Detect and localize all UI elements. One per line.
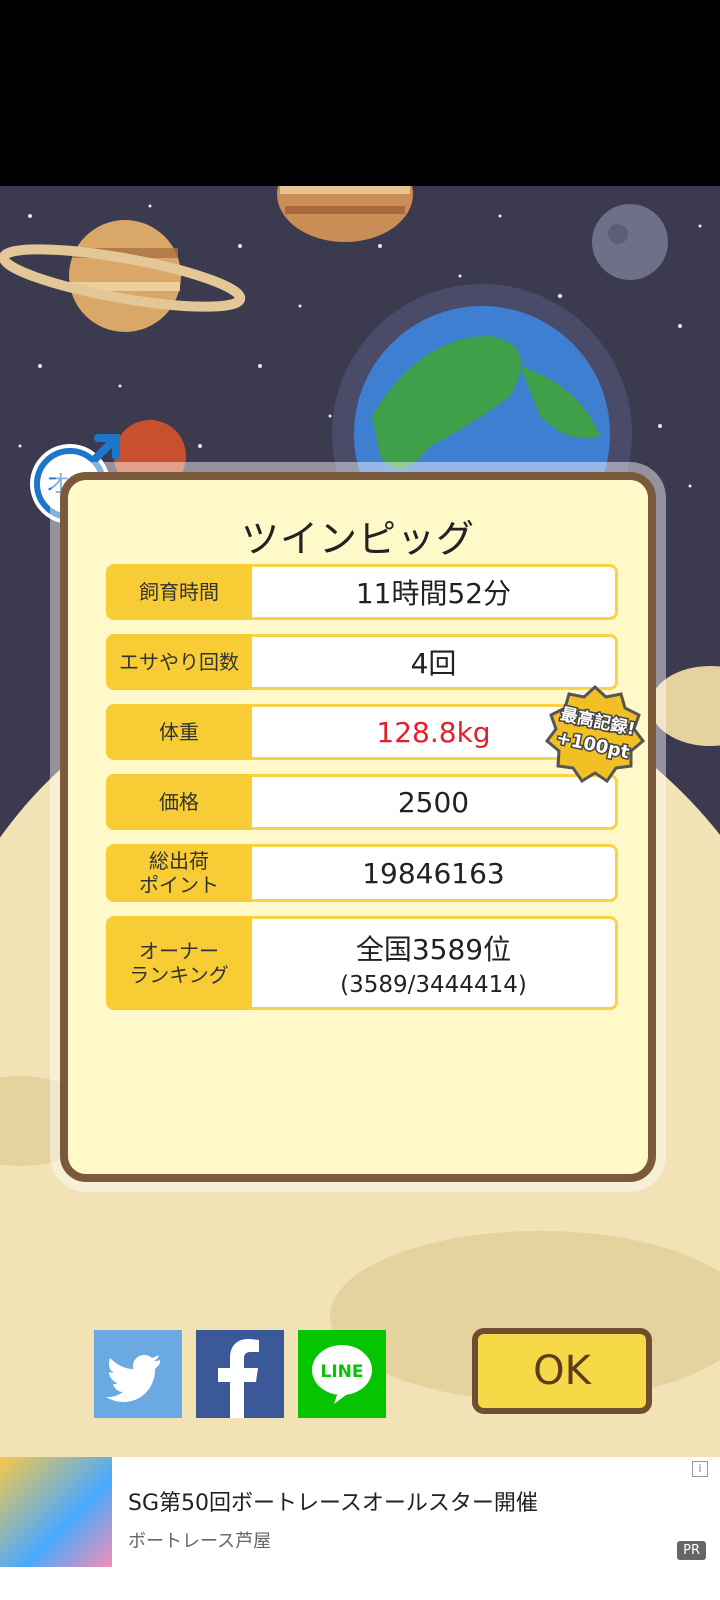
ok-button[interactable]: OK [472,1328,652,1414]
stat-row-price: 価格 2500 [106,774,618,830]
result-panel: ツインピッグ 飼育時間 11時間52分 エサやり回数 4回 体重 128.8kg… [60,472,656,1418]
stat-value: 11時間52分 [252,564,618,620]
line-share-button[interactable]: LINE [298,1330,386,1418]
record-badge: 最高記録! +100pt [545,685,645,784]
ad-pr-badge: PR [677,1541,706,1560]
facebook-share-button[interactable] [196,1330,284,1418]
stat-row-ranking: オーナー ランキング 全国3589位 (3589/3444414) [106,916,618,1010]
ranking-value: 全国3589位 (3589/3444414) [252,916,618,1010]
stat-value: 4回 [252,634,618,690]
line-icon: LINE [312,1345,372,1404]
pet-name: ツインピッグ [240,517,475,561]
stat-label: オーナー ランキング [106,916,252,1010]
line-label: LINE [321,1362,364,1382]
stat-row-feed-count: エサやり回数 4回 [106,634,618,690]
ad-banner[interactable]: SG第50回ボートレースオールスター開催 ボートレース芦屋 i PR [0,1457,720,1600]
stat-label: 価格 [106,774,252,830]
twitter-share-button[interactable] [94,1330,182,1418]
ranking-sub: (3589/3444414) [340,972,527,998]
stat-row-points: 総出荷 ポイント 19846163 [106,844,618,902]
stat-label: 体重 [106,704,252,760]
ad-advertiser: ボートレース芦屋 [128,1531,272,1552]
ad-info-icon[interactable]: i [692,1461,708,1477]
facebook-icon [218,1339,259,1418]
ad-thumbnail [0,1457,112,1567]
stat-label: 飼育時間 [106,564,252,620]
twitter-icon [106,1355,160,1402]
ranking-main: 全国3589位 [355,933,512,966]
stat-row-weight: 体重 128.8kg [106,704,618,760]
stat-label: 総出荷 ポイント [106,844,252,902]
ad-title: SG第50回ボートレースオールスター開催 [128,1491,538,1516]
stat-row-time: 飼育時間 11時間52分 [106,564,618,620]
stat-label: エサやり回数 [106,634,252,690]
stat-value: 19846163 [252,844,618,902]
